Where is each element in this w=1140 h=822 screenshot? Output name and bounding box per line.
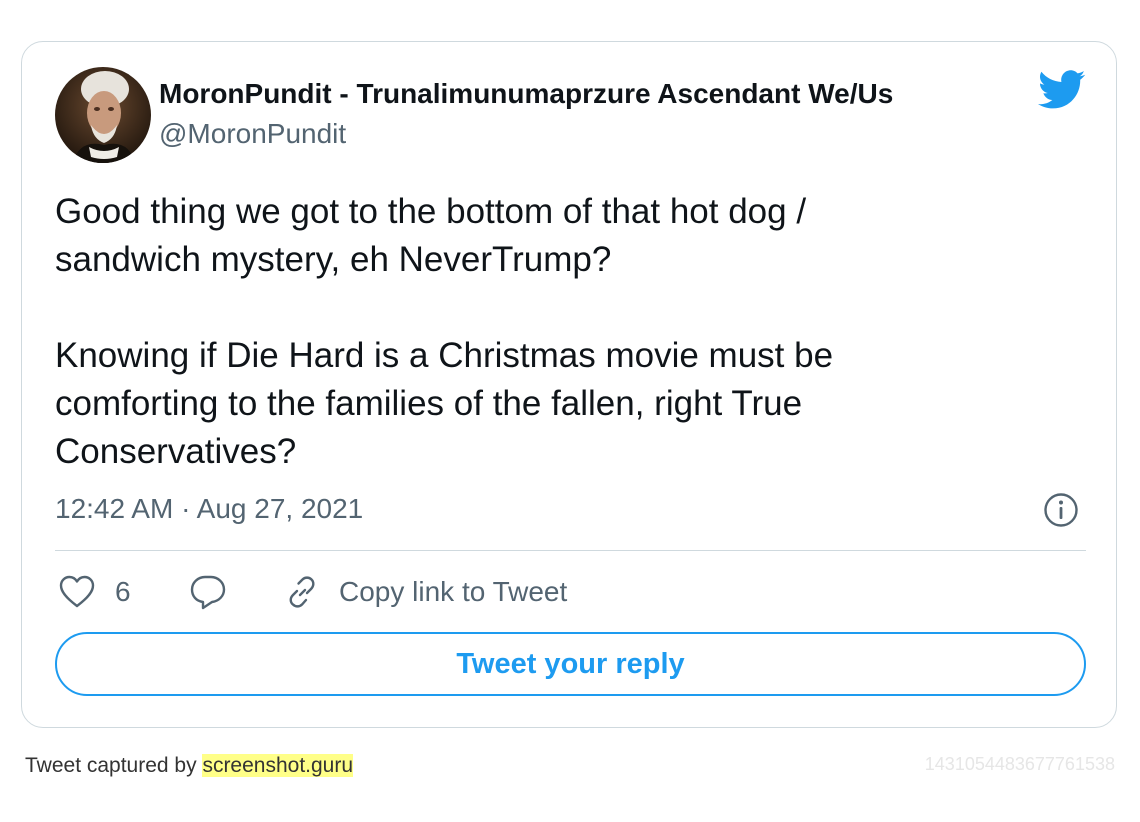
twitter-bird-icon[interactable] [1038, 70, 1086, 110]
author-display-name[interactable]: MoronPundit - Trunalimunumaprzure Ascend… [159, 78, 893, 110]
reply-bubble-icon [190, 575, 226, 610]
like-count: 6 [115, 576, 131, 607]
portrait-avatar [55, 67, 151, 163]
like-button[interactable]: 6 [59, 570, 131, 614]
author-avatar[interactable] [55, 67, 151, 163]
heart-icon [59, 575, 95, 608]
footer-caption-prefix: Tweet captured by [25, 754, 203, 777]
copy-link-button[interactable]: Copy link to Tweet [283, 570, 567, 614]
copy-link-label: Copy link to Tweet [339, 576, 568, 607]
info-icon[interactable] [1043, 492, 1079, 528]
tweet-text: Good thing we got to the bottom of that … [55, 192, 834, 471]
tweet-id: 1431054483677761538 [924, 754, 1115, 774]
divider [55, 550, 1086, 551]
tweet-reply-button[interactable]: Tweet your reply [55, 632, 1086, 696]
tweet-actions: 6 Copy link to Tweet [55, 570, 1086, 614]
footer-caption: Tweet captured by screenshot.guru [25, 754, 354, 778]
tweet-card: MoronPundit - Trunalimunumaprzure Ascend… [21, 41, 1117, 728]
author-handle[interactable]: @MoronPundit [159, 118, 346, 150]
screenshot-guru-link[interactable]: screenshot.guru [202, 754, 354, 777]
link-icon [289, 576, 315, 608]
reply-icon-button[interactable] [189, 570, 227, 614]
tweet-timestamp[interactable]: 12:42 AM · Aug 27, 2021 [55, 493, 363, 525]
